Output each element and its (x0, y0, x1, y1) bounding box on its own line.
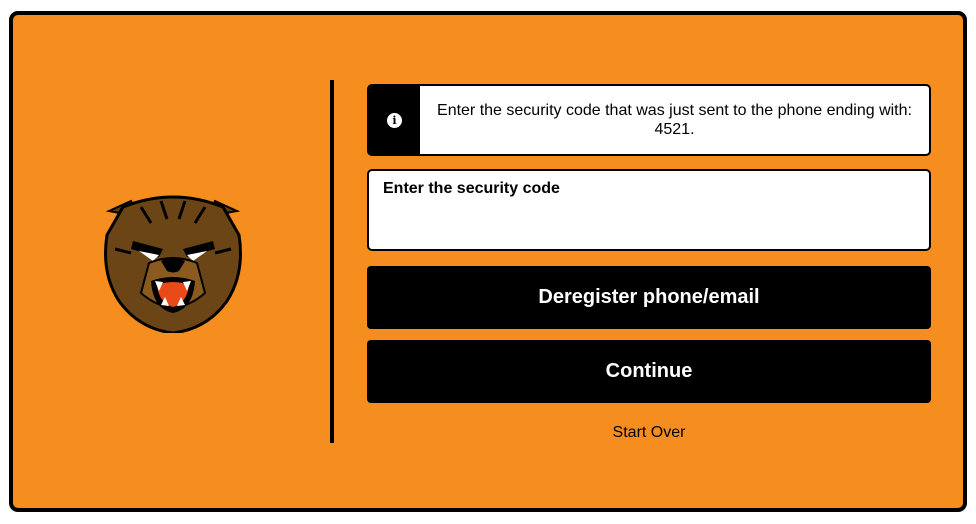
vertical-divider (330, 80, 334, 443)
start-over-link[interactable]: Start Over (367, 424, 931, 442)
info-notice: i Enter the security code that was just … (367, 84, 931, 156)
deregister-button[interactable]: Deregister phone/email (367, 266, 931, 329)
notice-text: Enter the security code that was just se… (437, 102, 912, 138)
notice-icon-box: i (369, 86, 420, 154)
info-icon: i (387, 112, 402, 128)
security-code-field[interactable]: Enter the security code (367, 169, 931, 251)
continue-button[interactable]: Continue (367, 340, 931, 403)
security-code-input[interactable] (383, 205, 917, 237)
bear-mascot-logo (101, 193, 245, 335)
security-code-label: Enter the security code (383, 180, 560, 197)
login-panel: i Enter the security code that was just … (9, 11, 967, 512)
